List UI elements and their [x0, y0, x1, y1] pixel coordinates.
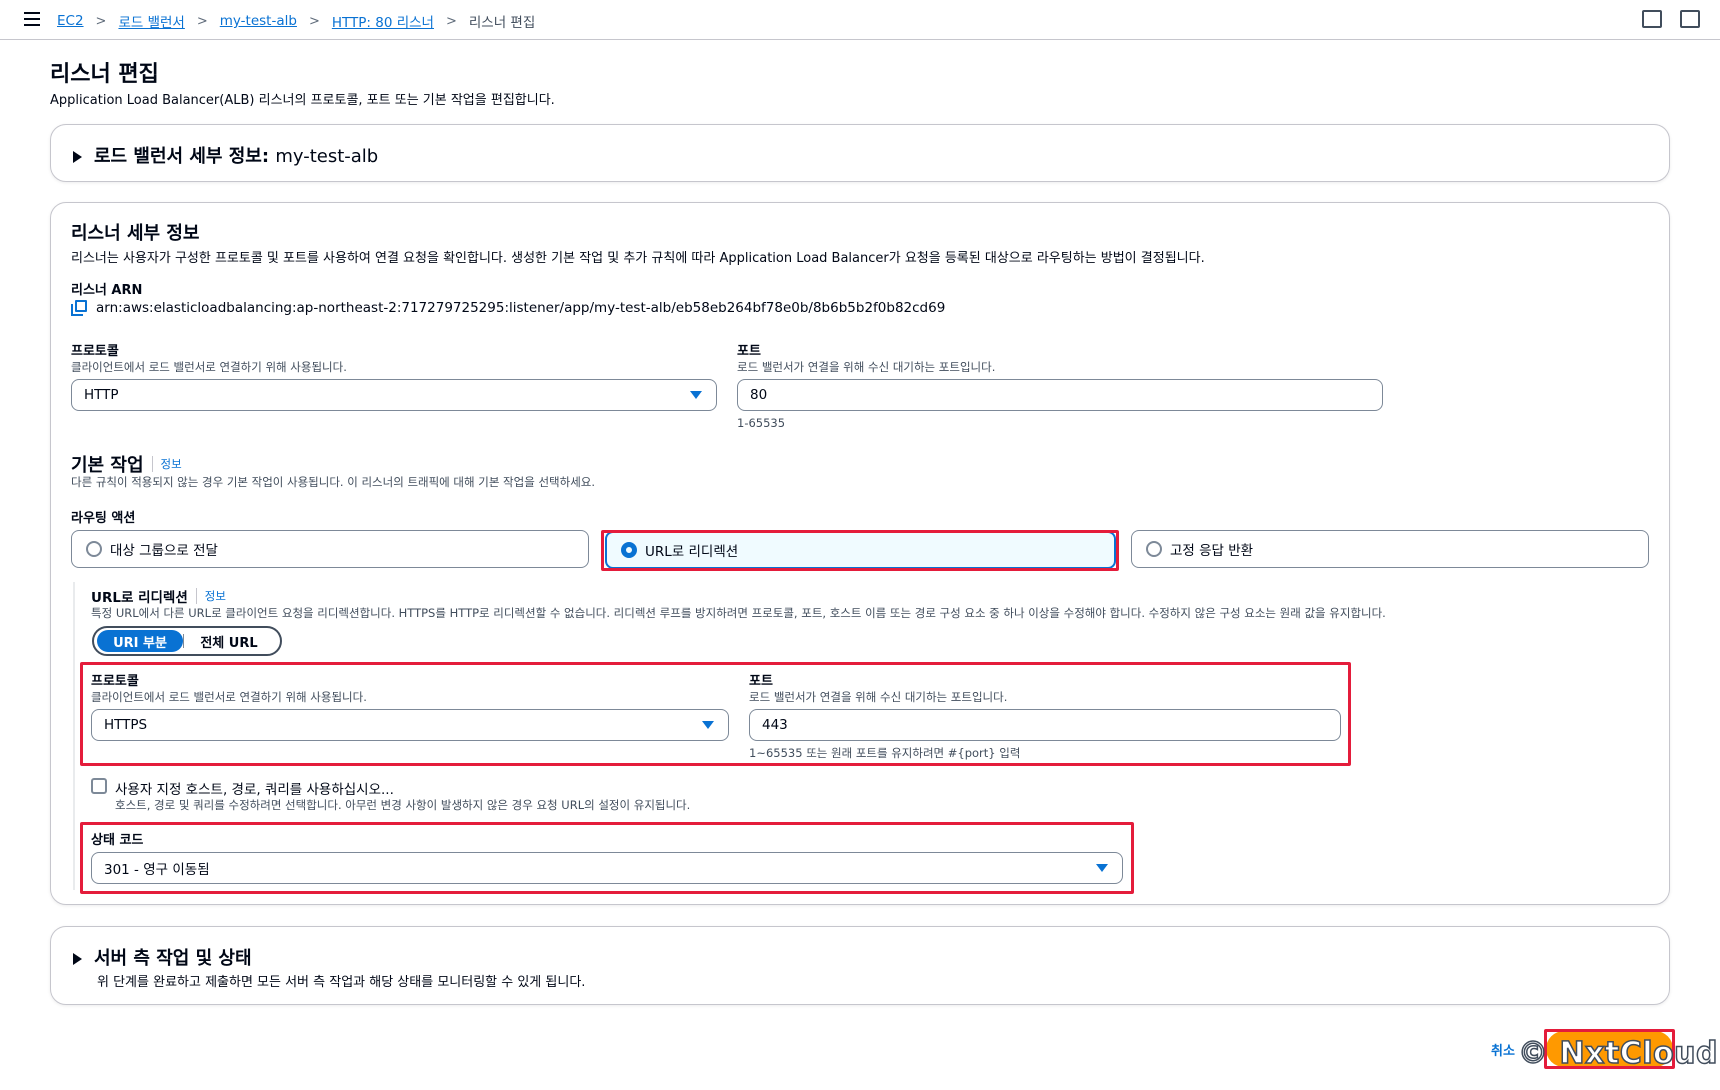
- breadcrumb: EC2 > 로드 밸런서 > my-test-alb > HTTP: 80 리스…: [57, 11, 535, 31]
- status-code-label: 상태 코드: [91, 833, 144, 848]
- feedback-icon[interactable]: [1642, 10, 1662, 28]
- listener-port-label: 포트: [737, 344, 761, 359]
- routing-option-redirect[interactable]: URL로 리디렉션: [605, 531, 1116, 569]
- listener-port-value: 80: [750, 387, 768, 403]
- chevron-right-icon: >: [308, 13, 320, 29]
- breadcrumb-current: 리스너 편집: [468, 15, 536, 31]
- page-description: Application Load Balancer(ALB) 리스너의 프로토콜…: [50, 93, 555, 108]
- caret-down-icon: [1096, 864, 1108, 872]
- default-action-info-link[interactable]: 정보: [151, 456, 182, 472]
- server-side-title: 서버 측 작업 및 상태: [94, 948, 252, 969]
- radio-selected-icon: [621, 542, 637, 558]
- routing-option-fixed-response[interactable]: 고정 응답 반환: [1131, 530, 1649, 568]
- status-code-value: 301 - 영구 이동됨: [104, 862, 210, 878]
- status-code-select[interactable]: 301 - 영구 이동됨: [91, 852, 1123, 884]
- breadcrumb-item-load-balancers[interactable]: 로드 밸런서: [118, 11, 184, 31]
- custom-host-path-query-checkbox[interactable]: [91, 778, 107, 794]
- redirect-protocol-description: 클라이언트에서 로드 밸런서로 연결하기 위해 사용됩니다.: [91, 690, 367, 704]
- listener-port-description: 로드 밸런서가 연결을 위해 수신 대기하는 포트입니다.: [737, 360, 996, 374]
- redirect-protocol-value: HTTPS: [104, 717, 148, 733]
- listener-protocol-label: 프로토콜: [71, 344, 119, 359]
- default-action-description: 다른 규칙이 적용되지 않는 경우 기본 작업이 사용됩니다. 이 리스너의 트…: [71, 475, 596, 489]
- listener-protocol-select[interactable]: HTTP: [71, 379, 717, 411]
- top-navigation-bar: EC2 > 로드 밸런서 > my-test-alb > HTTP: 80 리스…: [0, 0, 1720, 40]
- listener-protocol-description: 클라이언트에서 로드 밸런서로 연결하기 위해 사용됩니다.: [71, 360, 347, 374]
- redirect-header: URL로 리디렉션 정보: [91, 586, 226, 606]
- expand-caret-icon: [73, 953, 82, 965]
- redirect-indent-line: [73, 582, 75, 890]
- server-side-description: 위 단계를 완료하고 제출하면 모든 서버 측 작업과 해당 상태를 모니터링할…: [97, 975, 586, 990]
- redirect-port-value: 443: [762, 717, 788, 733]
- listener-details-description: 리스너는 사용자가 구성한 프로토콜 및 포트를 사용하여 연결 요청을 확인합…: [71, 251, 1205, 266]
- lb-details-header[interactable]: 로드 밸런서 세부 정보: my-test-alb: [73, 142, 378, 168]
- segment-full-url[interactable]: 전체 URL: [184, 630, 274, 652]
- listener-port-hint: 1-65535: [737, 416, 786, 430]
- redirect-protocol-label: 프로토콜: [91, 674, 139, 689]
- breadcrumb-item-lb-name[interactable]: my-test-alb: [220, 13, 297, 29]
- server-side-header[interactable]: 서버 측 작업 및 상태: [73, 944, 252, 970]
- lb-details-title-prefix: 로드 밸런서 세부 정보:: [94, 146, 270, 167]
- redirect-port-label: 포트: [749, 674, 773, 689]
- server-side-panel[interactable]: 서버 측 작업 및 상태 위 단계를 완료하고 제출하면 모든 서버 측 작업과…: [50, 926, 1670, 1005]
- chevron-right-icon: >: [196, 13, 208, 29]
- copy-icon[interactable]: [71, 300, 87, 316]
- custom-host-label: 사용자 지정 호스트, 경로, 쿼리를 사용하십시오...: [115, 782, 394, 798]
- caret-down-icon: [702, 721, 714, 729]
- lb-details-title-name: my-test-alb: [275, 146, 379, 167]
- menu-icon[interactable]: [24, 12, 40, 26]
- routing-action-label: 라우팅 액션: [71, 511, 136, 526]
- breadcrumb-item-ec2[interactable]: EC2: [57, 13, 84, 29]
- radio-icon: [86, 541, 102, 557]
- chevron-right-icon: >: [95, 13, 107, 29]
- caret-down-icon: [690, 391, 702, 399]
- chevron-right-icon: >: [445, 13, 457, 29]
- routing-option-label: 대상 그룹으로 전달: [110, 543, 218, 559]
- redirect-title: URL로 리디렉션: [91, 590, 188, 606]
- routing-option-forward[interactable]: 대상 그룹으로 전달: [71, 530, 589, 568]
- redirect-port-input[interactable]: 443: [749, 709, 1341, 741]
- redirect-port-hint: 1~65535 또는 원래 포트를 유지하려면 #{port} 입력: [749, 746, 1021, 760]
- page-title: 리스너 편집: [50, 62, 159, 87]
- listener-port-input[interactable]: 80: [737, 379, 1383, 411]
- redirect-port-description: 로드 밸런서가 연결을 위해 수신 대기하는 포트입니다.: [749, 690, 1008, 704]
- lb-details-panel[interactable]: 로드 밸런서 세부 정보: my-test-alb: [50, 124, 1670, 182]
- cancel-link[interactable]: 취소: [1491, 1040, 1515, 1059]
- redirect-info-link[interactable]: 정보: [195, 588, 226, 604]
- watermark-text: © NxtCloud: [1517, 1035, 1718, 1072]
- routing-option-label: 고정 응답 반환: [1170, 543, 1254, 559]
- radio-icon: [1146, 541, 1162, 557]
- redirect-protocol-select[interactable]: HTTPS: [91, 709, 729, 741]
- segment-uri-parts[interactable]: URI 부분: [97, 630, 183, 652]
- expand-caret-icon: [73, 151, 82, 163]
- custom-host-description: 호스트, 경로 및 쿼리를 수정하려면 선택합니다. 아무런 변경 사항이 발생…: [115, 798, 691, 812]
- redirect-mode-segmented-control: URI 부분 전체 URL: [92, 626, 282, 656]
- breadcrumb-item-listener[interactable]: HTTP: 80 리스너: [332, 11, 434, 31]
- redirect-description: 특정 URL에서 다른 URL로 클라이언트 요청을 리디렉션합니다. HTTP…: [91, 606, 1386, 620]
- listener-arn-label: 리스너 ARN: [71, 283, 143, 298]
- listener-arn-value: arn:aws:elasticloadbalancing:ap-northeas…: [96, 300, 946, 316]
- tools-panel-icon[interactable]: [1680, 10, 1700, 28]
- listener-protocol-value: HTTP: [84, 387, 119, 403]
- listener-details-title: 리스너 세부 정보: [71, 223, 200, 244]
- routing-option-label: URL로 리디렉션: [645, 544, 739, 560]
